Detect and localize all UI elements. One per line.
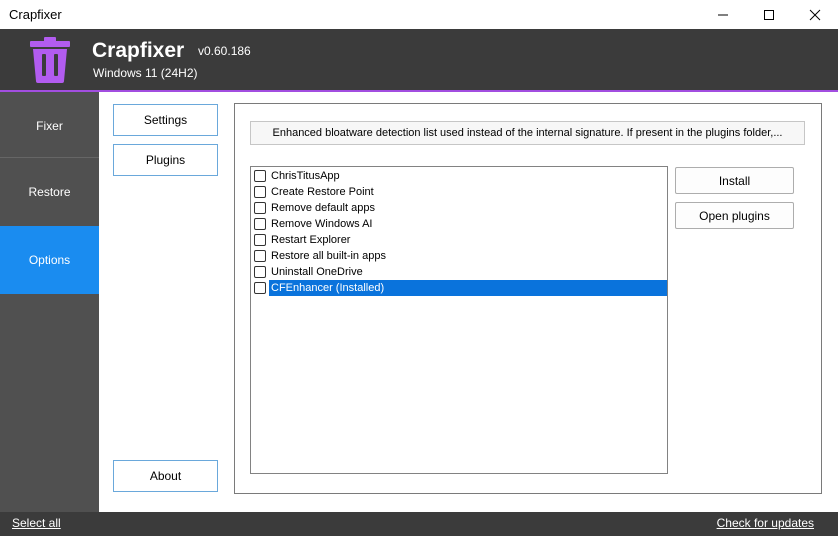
app-name: Crapfixer: [92, 39, 185, 62]
settings-button[interactable]: Settings: [113, 104, 218, 136]
plugins-button-label: Plugins: [145, 153, 186, 167]
select-all-link[interactable]: Select all: [12, 516, 61, 530]
plugin-checkbox[interactable]: [254, 202, 266, 214]
plugin-label: Remove Windows AI: [271, 218, 373, 230]
trash-can-icon: [30, 37, 70, 83]
status-footer: Select all Check for updates: [0, 512, 838, 536]
sidebar: Fixer Restore Options: [0, 92, 99, 512]
list-item-selected[interactable]: CFEnhancer (Installed): [253, 280, 667, 296]
install-button[interactable]: Install: [675, 167, 794, 194]
about-button-label: About: [149, 469, 182, 483]
sidebar-item-restore[interactable]: Restore: [0, 158, 99, 226]
plugin-checkbox[interactable]: [254, 170, 266, 182]
plugin-label: Uninstall OneDrive: [271, 266, 363, 278]
plugins-list[interactable]: ChrisTitusApp Create Restore Point Remov…: [250, 166, 668, 474]
list-item[interactable]: Remove default apps: [253, 200, 667, 216]
plugin-label: Create Restore Point: [271, 186, 374, 198]
header-accent-line: [0, 90, 838, 92]
list-item[interactable]: Create Restore Point: [253, 184, 667, 200]
list-item[interactable]: ChrisTitusApp: [253, 168, 667, 184]
settings-button-label: Settings: [143, 113, 188, 127]
plugin-label: Restart Explorer: [271, 234, 351, 246]
os-version: Windows 11 (24H2): [93, 66, 198, 80]
check-for-updates-link[interactable]: Check for updates: [717, 516, 814, 530]
plugin-checkbox[interactable]: [254, 218, 266, 230]
title-bar: Crapfixer: [0, 0, 838, 29]
plugin-info-label: Enhanced bloatware detection list used i…: [272, 127, 783, 139]
plugin-checkbox[interactable]: [254, 234, 266, 246]
window-title: Crapfixer: [9, 7, 62, 22]
list-item[interactable]: Restore all built-in apps: [253, 248, 667, 264]
list-item[interactable]: Uninstall OneDrive: [253, 264, 667, 280]
plugin-label: Restore all built-in apps: [271, 250, 386, 262]
install-button-label: Install: [718, 173, 751, 188]
plugin-label: Remove default apps: [271, 202, 375, 214]
plugin-checkbox[interactable]: [254, 266, 266, 278]
plugin-checkbox[interactable]: [254, 282, 266, 294]
maximize-button[interactable]: [746, 0, 792, 29]
plugin-label: ChrisTitusApp: [271, 170, 340, 182]
close-icon: [809, 9, 821, 20]
sidebar-item-label: Restore: [28, 185, 71, 199]
plugin-info-text: Enhanced bloatware detection list used i…: [250, 121, 805, 145]
list-item[interactable]: Remove Windows AI: [253, 216, 667, 232]
plugin-checkbox[interactable]: [254, 250, 266, 262]
open-plugins-button[interactable]: Open plugins: [675, 202, 794, 229]
list-item[interactable]: Restart Explorer: [253, 232, 667, 248]
app-version: v0.60.186: [198, 44, 251, 58]
open-plugins-button-label: Open plugins: [699, 208, 770, 223]
minimize-icon: [718, 14, 728, 15]
about-button[interactable]: About: [113, 460, 218, 492]
maximize-icon: [764, 9, 774, 20]
sidebar-item-label: Fixer: [36, 119, 63, 133]
close-button[interactable]: [792, 0, 838, 29]
app-header: Crapfixer v0.60.186 Windows 11 (24H2): [0, 29, 838, 90]
sidebar-item-fixer[interactable]: Fixer: [0, 92, 99, 160]
plugin-label: CFEnhancer (Installed): [269, 280, 667, 296]
plugins-button[interactable]: Plugins: [113, 144, 218, 176]
minimize-button[interactable]: [700, 0, 746, 29]
plugin-checkbox[interactable]: [254, 186, 266, 198]
sidebar-item-label: Options: [28, 253, 71, 267]
sidebar-item-options[interactable]: Options: [0, 226, 99, 294]
